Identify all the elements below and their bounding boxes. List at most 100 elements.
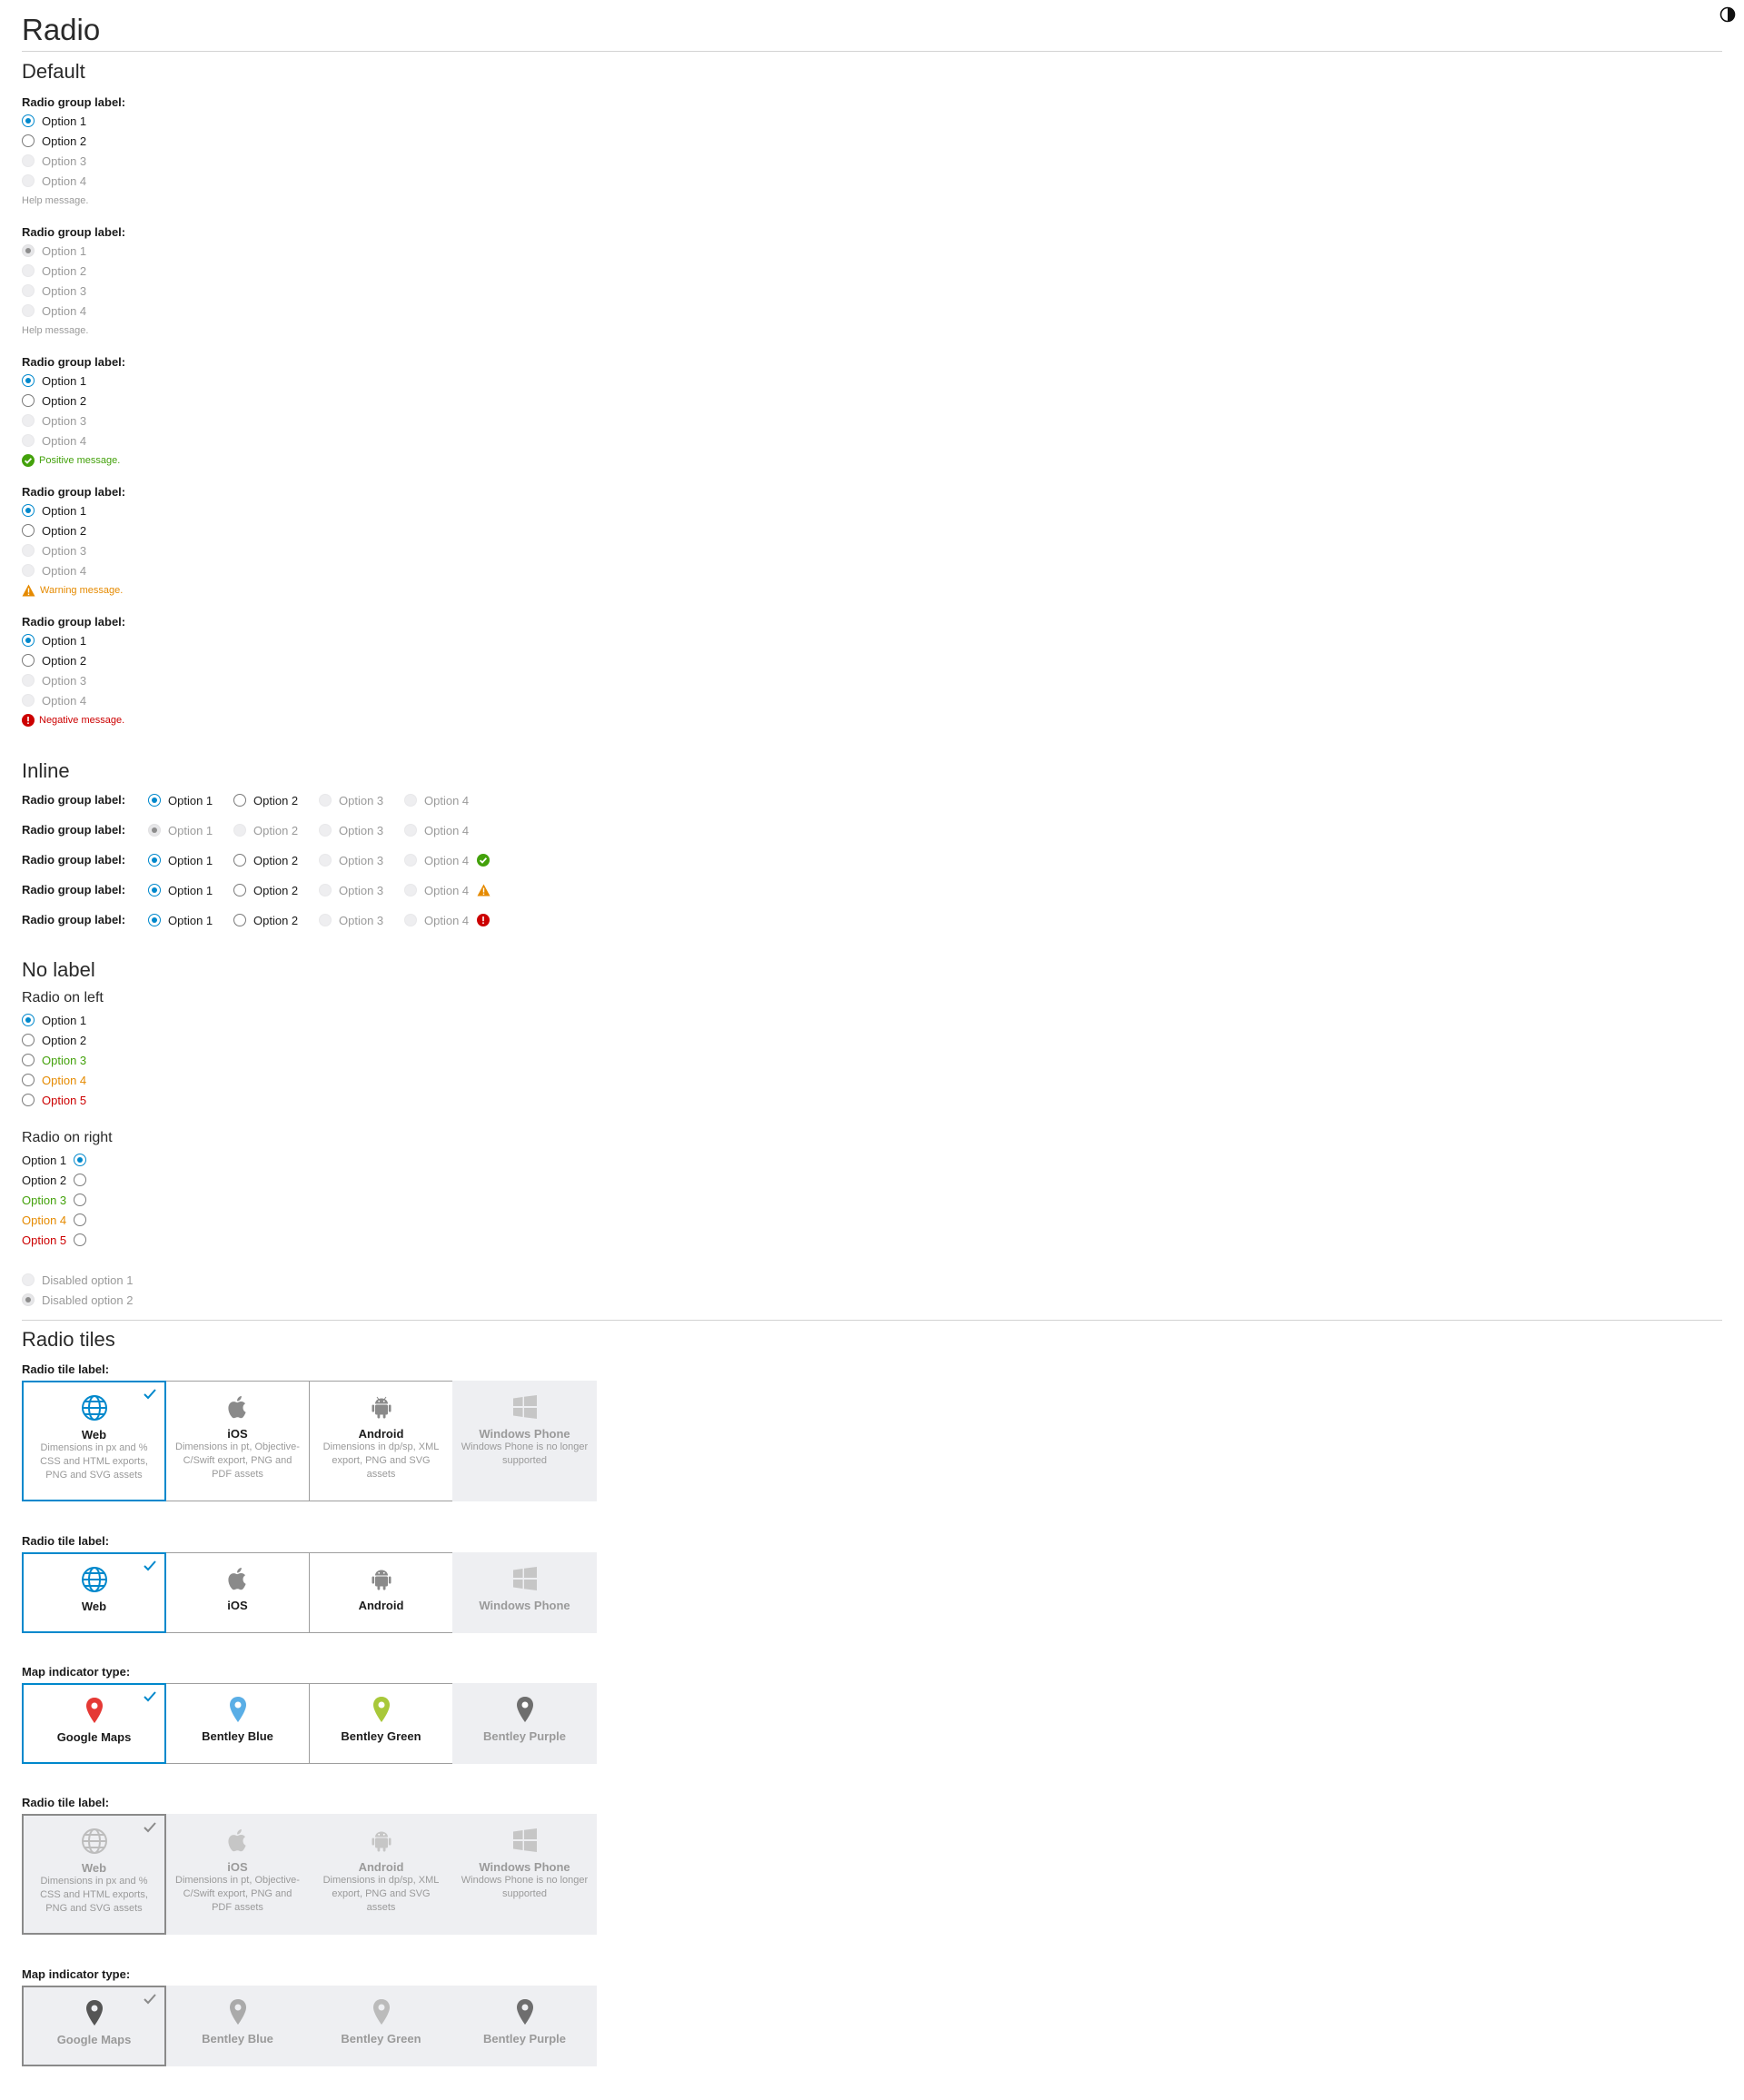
radio-tile-web-disabled-selected: Web Dimensions in px and % CSS and HTML … — [22, 1814, 166, 1935]
radio-option-2[interactable]: Option 2 — [233, 854, 319, 867]
radio-button[interactable] — [233, 914, 246, 926]
radio-button[interactable] — [22, 654, 35, 667]
radio-button[interactable] — [233, 854, 246, 867]
radio-option-1[interactable]: Option 1 — [22, 630, 385, 650]
radio-button[interactable] — [22, 524, 35, 537]
radio-option-label: Option 2 — [42, 523, 87, 538]
radio-option-1[interactable]: Option 1 — [22, 111, 385, 131]
radio-button-checked[interactable] — [22, 504, 35, 517]
radio-tile-bentley-purple-disabled: Bentley Purple — [452, 1986, 597, 2066]
radio-tile-android-disabled: Android Dimensions in dp/sp, XML export,… — [309, 1814, 453, 1935]
radio-tile-bentley-blue-disabled: Bentley Blue — [165, 1986, 310, 2066]
map-pin-icon — [85, 1698, 103, 1723]
radio-option-4-disabled: Option 4 — [404, 854, 477, 867]
section-heading-radio-tiles: Radio tiles — [22, 1328, 115, 1351]
radio-button[interactable] — [22, 1074, 35, 1086]
radio-button-checked[interactable] — [22, 634, 35, 647]
radio-button-checked[interactable] — [148, 854, 161, 867]
check-icon — [144, 1691, 156, 1702]
radio-button[interactable] — [233, 794, 246, 807]
radio-tile-web[interactable]: Web — [22, 1552, 166, 1633]
map-pin-icon — [516, 1999, 533, 2025]
radio-button-disabled — [404, 884, 417, 896]
radio-tile-google-maps[interactable]: Google Maps — [22, 1683, 166, 1764]
radio-button-checked[interactable] — [148, 794, 161, 807]
radio-button[interactable] — [233, 884, 246, 896]
theme-toggle-icon[interactable] — [1719, 6, 1736, 23]
radio-tile-google-maps-disabled-selected: Google Maps — [22, 1986, 166, 2066]
radio-button[interactable] — [22, 1094, 35, 1106]
radio-group-label: Radio group label: — [22, 823, 126, 837]
radio-button-checked[interactable] — [22, 374, 35, 387]
radio-button-disabled-checked — [148, 824, 161, 837]
radio-tile-ios[interactable]: iOS Dimensions in pt, Objective-C/Swift … — [165, 1381, 310, 1501]
radio-button-checked[interactable] — [148, 884, 161, 896]
radio-option-2[interactable]: Option 2 — [233, 914, 319, 927]
radio-option-4-warning[interactable]: Option 4 — [22, 1070, 385, 1090]
radio-button-disabled — [22, 264, 35, 277]
radio-option-1[interactable]: Option 1 — [148, 914, 233, 927]
radio-tile-android[interactable]: Android Dimensions in dp/sp, XML export,… — [309, 1381, 453, 1501]
radio-option-2[interactable]: Option 2 — [233, 794, 319, 807]
radio-option-1[interactable]: Option 1 — [148, 794, 233, 807]
radio-button-disabled-checked — [22, 244, 35, 257]
radio-option-3-disabled: Option 3 — [22, 540, 385, 560]
radio-option-3-positive[interactable]: Option 3 — [22, 1190, 385, 1210]
radio-group-default: Radio group label: Option 1 Option 2 Opt… — [22, 94, 385, 209]
radio-option-5-negative[interactable]: Option 5 — [22, 1090, 385, 1110]
radio-option-2[interactable]: Option 2 — [22, 391, 385, 411]
radio-option-4-warning[interactable]: Option 4 — [22, 1210, 385, 1230]
android-icon — [372, 1831, 391, 1852]
radio-button-checked[interactable] — [148, 914, 161, 926]
radio-option-label: Option 2 — [42, 653, 87, 668]
radio-button[interactable] — [74, 1233, 87, 1246]
radio-group-label: Radio group label: — [22, 853, 126, 867]
radio-option-1[interactable]: Option 1 — [22, 1010, 385, 1030]
radio-tile-web[interactable]: Web Dimensions in px and % CSS and HTML … — [22, 1381, 166, 1501]
radio-tile-bentley-blue[interactable]: Bentley Blue — [165, 1683, 310, 1764]
radio-option-3-positive[interactable]: Option 3 — [22, 1050, 385, 1070]
radio-button[interactable] — [22, 1034, 35, 1046]
radio-option-1[interactable]: Option 1 — [22, 371, 385, 391]
radio-button-disabled-checked — [22, 1293, 35, 1306]
radio-group-disabled: Radio group label: Option 1 Option 2 Opt… — [22, 224, 385, 339]
map-pin-icon — [229, 1697, 246, 1722]
radio-group-disabled-options: Disabled option 1 Disabled option 2 — [22, 1270, 385, 1310]
radio-option-2[interactable]: Option 2 — [22, 1030, 385, 1050]
radio-option-2[interactable]: Option 2 — [22, 1170, 385, 1190]
radio-option-1[interactable]: Option 1 — [148, 884, 233, 897]
radio-button[interactable] — [74, 1174, 87, 1186]
radio-option-1[interactable]: Option 1 — [22, 500, 385, 520]
radio-button[interactable] — [74, 1194, 87, 1206]
radio-option-3-disabled: Option 3 — [22, 670, 385, 690]
inline-radio-group-negative: Radio group label: Option 1 Option 2 Opt… — [22, 910, 490, 930]
divider — [22, 1320, 1722, 1321]
radio-button[interactable] — [22, 394, 35, 407]
radio-option-2[interactable]: Option 2 — [22, 650, 385, 670]
radio-option-3-disabled: Option 3 — [22, 411, 385, 431]
radio-option-1[interactable]: Option 1 — [148, 854, 233, 867]
radio-button-checked[interactable] — [22, 1014, 35, 1026]
map-pin-icon — [516, 1697, 533, 1722]
radio-option-4-disabled: Option 4 — [22, 301, 385, 321]
radio-tile-windows-phone-disabled: Windows Phone — [452, 1552, 597, 1633]
radio-option-2[interactable]: Option 2 — [22, 520, 385, 540]
radio-option-5-negative[interactable]: Option 5 — [22, 1230, 385, 1250]
radio-button-checked[interactable] — [74, 1154, 87, 1166]
radio-option-3-disabled: Option 3 — [319, 884, 404, 897]
radio-option-3-disabled: Option 3 — [319, 794, 404, 807]
radio-button-disabled — [22, 544, 35, 557]
radio-button-disabled — [22, 414, 35, 427]
radio-option-1[interactable]: Option 1 — [22, 1150, 385, 1170]
radio-option-2[interactable]: Option 2 — [233, 884, 319, 897]
radio-tile-bentley-green[interactable]: Bentley Green — [309, 1683, 453, 1764]
radio-tile-group-disabled: Web Dimensions in px and % CSS and HTML … — [22, 1814, 597, 1935]
radio-option-2[interactable]: Option 2 — [22, 131, 385, 151]
radio-button-disabled — [22, 1273, 35, 1286]
radio-tile-android[interactable]: Android — [309, 1552, 453, 1633]
radio-button[interactable] — [22, 134, 35, 147]
radio-button[interactable] — [74, 1213, 87, 1226]
radio-button[interactable] — [22, 1054, 35, 1066]
radio-button-checked[interactable] — [22, 114, 35, 127]
radio-tile-ios[interactable]: iOS — [165, 1552, 310, 1633]
